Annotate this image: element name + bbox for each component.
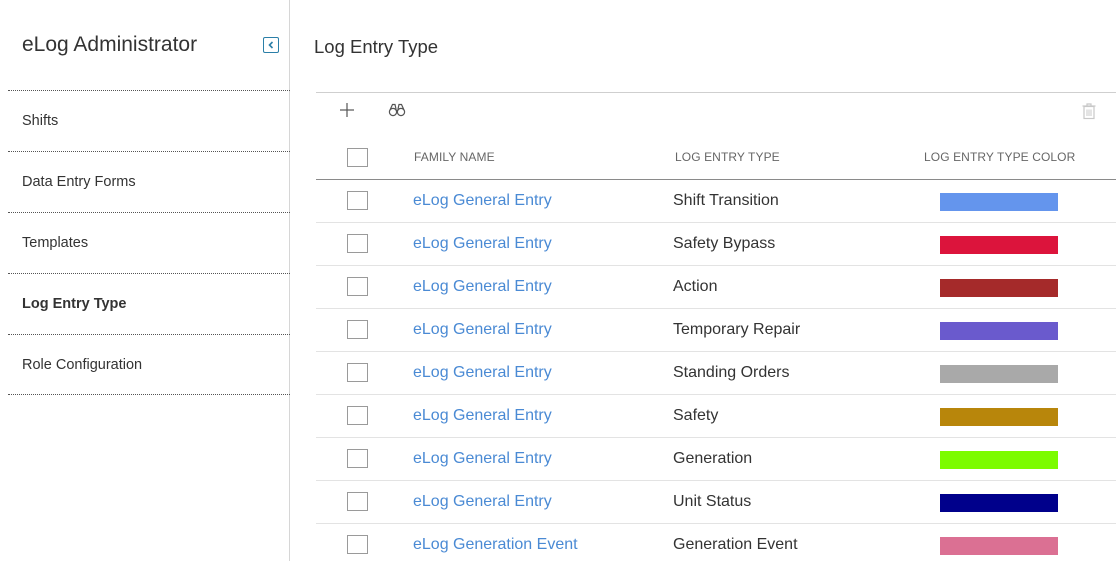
delete-button[interactable] bbox=[1081, 102, 1097, 125]
sidebar-item-templates[interactable]: Templates bbox=[8, 212, 290, 273]
app-window: eLog Administrator Shifts Data Entry For… bbox=[0, 0, 1116, 561]
table-row: eLog General Entry Temporary Repair bbox=[316, 309, 1116, 352]
column-header-log-entry-type[interactable]: LOG ENTRY TYPE bbox=[675, 150, 780, 164]
log-entry-type-table: FAMILY NAME LOG ENTRY TYPE LOG ENTRY TYP… bbox=[316, 137, 1116, 561]
log-entry-type-cell: Shift Transition bbox=[673, 192, 779, 209]
sidebar-item-label: Log Entry Type bbox=[22, 296, 127, 312]
row-checkbox[interactable] bbox=[347, 535, 368, 554]
row-checkbox[interactable] bbox=[347, 363, 368, 382]
sidebar-item-data-entry-forms[interactable]: Data Entry Forms bbox=[8, 151, 290, 212]
color-swatch bbox=[940, 193, 1058, 211]
sidebar-item-label: Shifts bbox=[22, 113, 59, 129]
binoculars-icon bbox=[388, 103, 406, 117]
family-name-link[interactable]: eLog General Entry bbox=[413, 192, 552, 210]
sidebar-nav: Shifts Data Entry Forms Templates Log En… bbox=[8, 90, 290, 395]
sidebar-item-log-entry-type[interactable]: Log Entry Type bbox=[8, 273, 290, 334]
table-row: eLog General Entry Safety bbox=[316, 395, 1116, 438]
sidebar: eLog Administrator Shifts Data Entry For… bbox=[0, 0, 290, 561]
row-checkbox[interactable] bbox=[347, 234, 368, 253]
family-name-link[interactable]: eLog General Entry bbox=[413, 321, 552, 339]
select-all-checkbox[interactable] bbox=[347, 148, 368, 167]
log-entry-type-cell: Standing Orders bbox=[673, 364, 790, 381]
table-header: FAMILY NAME LOG ENTRY TYPE LOG ENTRY TYP… bbox=[316, 137, 1116, 180]
color-swatch bbox=[940, 279, 1058, 297]
page-title: Log Entry Type bbox=[314, 36, 439, 57]
family-name-link[interactable]: eLog Generation Event bbox=[413, 536, 578, 554]
family-name-link[interactable]: eLog General Entry bbox=[413, 450, 552, 468]
family-name-link[interactable]: eLog General Entry bbox=[413, 364, 552, 382]
plus-icon bbox=[340, 103, 354, 117]
sidebar-item-label: Data Entry Forms bbox=[22, 174, 136, 190]
column-header-family-name[interactable]: FAMILY NAME bbox=[414, 150, 495, 164]
chevron-left-icon bbox=[268, 41, 274, 49]
family-name-link[interactable]: eLog General Entry bbox=[413, 278, 552, 296]
row-checkbox[interactable] bbox=[347, 406, 368, 425]
table-row: eLog General Entry Generation bbox=[316, 438, 1116, 481]
table-row: eLog General Entry Standing Orders bbox=[316, 352, 1116, 395]
table-row: eLog General Entry Action bbox=[316, 266, 1116, 309]
table-row: eLog General Entry Shift Transition bbox=[316, 180, 1116, 223]
sidebar-item-role-configuration[interactable]: Role Configuration bbox=[8, 334, 290, 395]
table-row: eLog Generation Event Generation Event bbox=[316, 524, 1116, 561]
log-entry-type-cell: Action bbox=[673, 278, 718, 295]
row-checkbox[interactable] bbox=[347, 492, 368, 511]
trash-icon bbox=[1082, 103, 1096, 120]
family-name-link[interactable]: eLog General Entry bbox=[413, 407, 552, 425]
table-row: eLog General Entry Unit Status bbox=[316, 481, 1116, 524]
color-swatch bbox=[940, 537, 1058, 555]
column-header-log-entry-type-color[interactable]: LOG ENTRY TYPE COLOR bbox=[924, 150, 1075, 164]
color-swatch bbox=[940, 494, 1058, 512]
row-checkbox[interactable] bbox=[347, 449, 368, 468]
table-row: eLog General Entry Safety Bypass bbox=[316, 223, 1116, 266]
collapse-sidebar-button[interactable] bbox=[263, 37, 279, 53]
add-button[interactable] bbox=[338, 101, 356, 124]
log-entry-type-cell: Generation Event bbox=[673, 536, 798, 553]
color-swatch bbox=[940, 322, 1058, 340]
row-checkbox[interactable] bbox=[347, 191, 368, 210]
sidebar-item-shifts[interactable]: Shifts bbox=[8, 90, 290, 151]
log-entry-type-cell: Safety Bypass bbox=[673, 235, 776, 252]
sidebar-item-label: Templates bbox=[22, 235, 89, 251]
color-swatch bbox=[940, 236, 1058, 254]
log-entry-type-cell: Temporary Repair bbox=[673, 321, 801, 338]
find-button[interactable] bbox=[388, 101, 406, 124]
color-swatch bbox=[940, 408, 1058, 426]
sidebar-title: eLog Administrator bbox=[22, 33, 198, 56]
row-checkbox[interactable] bbox=[347, 320, 368, 339]
color-swatch bbox=[940, 451, 1058, 469]
sidebar-item-label: Role Configuration bbox=[22, 356, 143, 373]
row-checkbox[interactable] bbox=[347, 277, 368, 296]
log-entry-type-cell: Safety bbox=[673, 407, 719, 424]
log-entry-type-cell: Unit Status bbox=[673, 493, 752, 510]
log-entry-type-cell: Generation bbox=[673, 450, 753, 467]
family-name-link[interactable]: eLog General Entry bbox=[413, 493, 552, 511]
toolbar bbox=[316, 92, 1116, 134]
family-name-link[interactable]: eLog General Entry bbox=[413, 235, 552, 253]
color-swatch bbox=[940, 365, 1058, 383]
main-panel: Log Entry Type FAMILY NAME LOG ENTRY TYP… bbox=[290, 0, 1116, 561]
